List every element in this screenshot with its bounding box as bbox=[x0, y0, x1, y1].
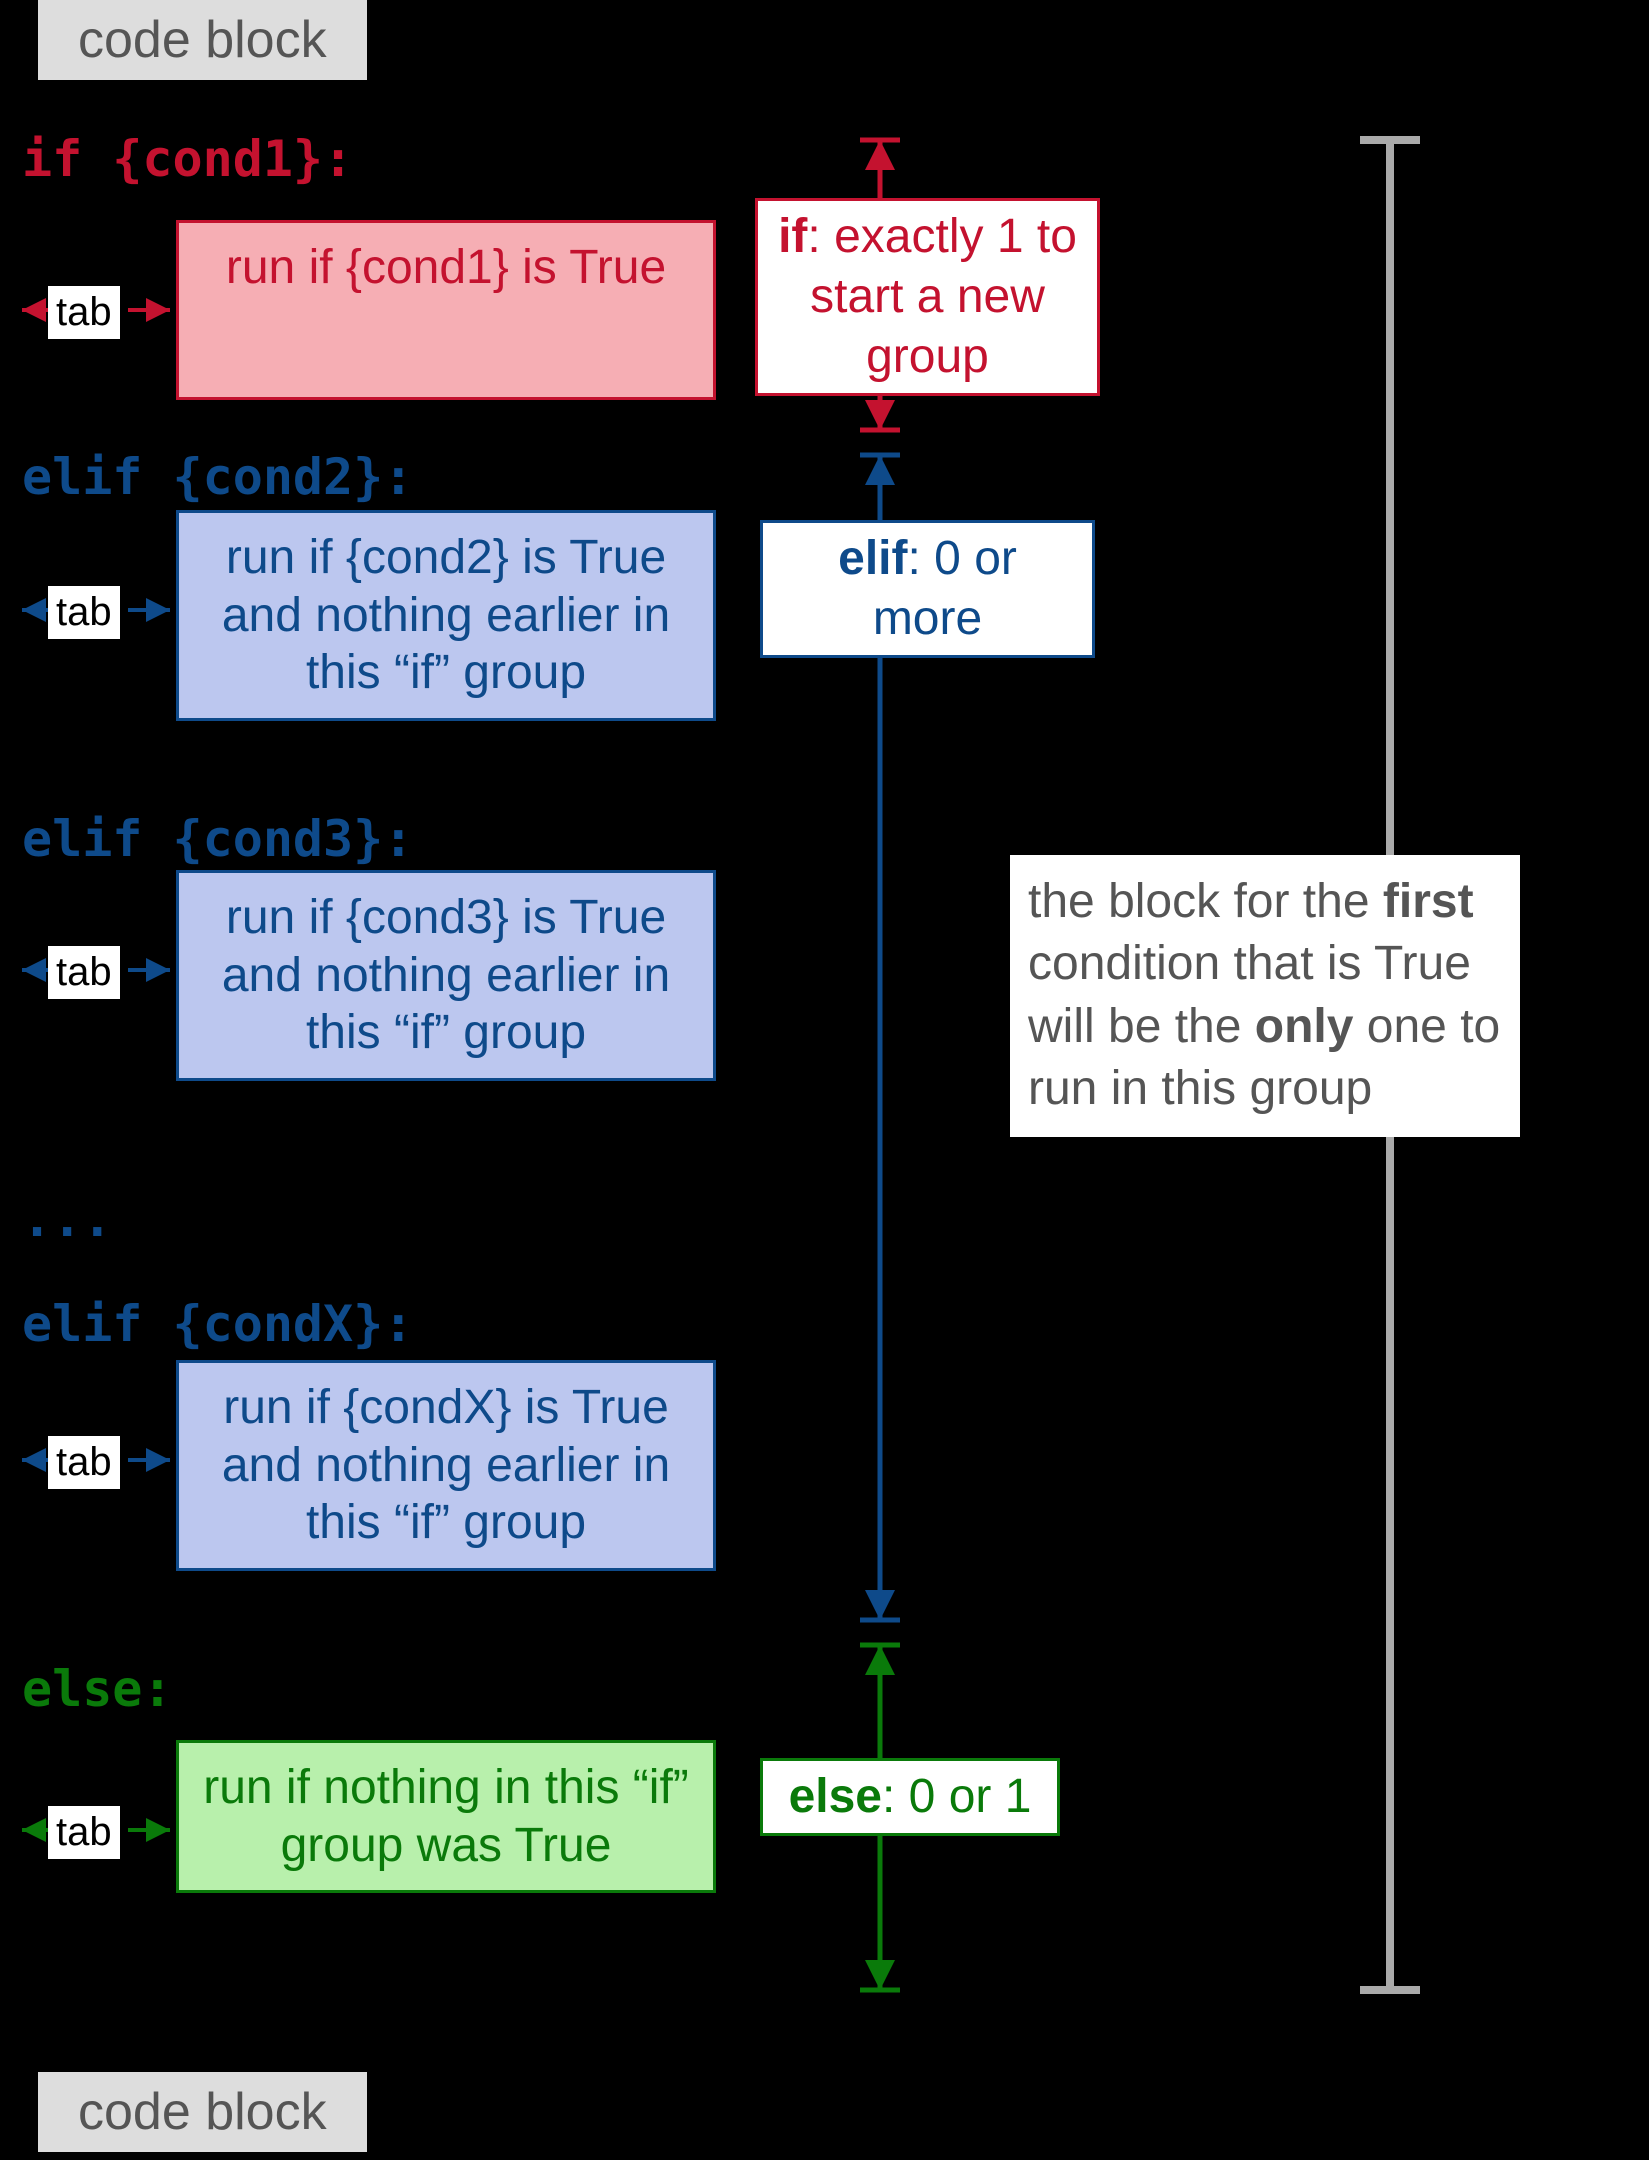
tab-label-elifx: tab bbox=[48, 1436, 120, 1489]
runbox-elif2: run if {cond2} is True and nothing earli… bbox=[176, 510, 716, 721]
annot-else-rest: : 0 or 1 bbox=[882, 1770, 1031, 1823]
annot-if-kw: if bbox=[778, 210, 807, 263]
runbox-elif3: run if {cond3} is True and nothing earli… bbox=[176, 870, 716, 1081]
kw-dots: ... bbox=[22, 1190, 112, 1248]
annot-else-kw: else bbox=[789, 1770, 882, 1823]
kw-elif2: elif {cond2}: bbox=[22, 448, 413, 506]
kw-elif3: elif {cond3}: bbox=[22, 810, 413, 868]
runbox-elifx: run if {condX} is True and nothing earli… bbox=[176, 1360, 716, 1571]
tab-label-if: tab bbox=[48, 286, 120, 339]
tab-label-elif2: tab bbox=[48, 586, 120, 639]
kw-elifx: elif {condX}: bbox=[22, 1295, 413, 1353]
kw-else: else: bbox=[22, 1660, 173, 1718]
tab-label-else: tab bbox=[48, 1806, 120, 1859]
annot-else: else: 0 or 1 bbox=[760, 1758, 1060, 1836]
annot-elif-kw: elif bbox=[838, 532, 907, 585]
annot-if: if: exactly 1 to start a new group bbox=[755, 198, 1100, 396]
codeblock-label-top: code block bbox=[38, 0, 367, 80]
side-explain: the block for the first condition that i… bbox=[1010, 855, 1520, 1137]
kw-if: if {cond1}: bbox=[22, 130, 353, 188]
tab-label-elif3: tab bbox=[48, 946, 120, 999]
codeblock-label-bottom: code block bbox=[38, 2072, 367, 2152]
annot-if-rest: : exactly 1 to start a new group bbox=[807, 210, 1076, 383]
runbox-else: run if nothing in this “if” group was Tr… bbox=[176, 1740, 716, 1893]
runbox-if: run if {cond1} is True bbox=[176, 220, 716, 400]
annot-elif: elif: 0 or more bbox=[760, 520, 1095, 658]
